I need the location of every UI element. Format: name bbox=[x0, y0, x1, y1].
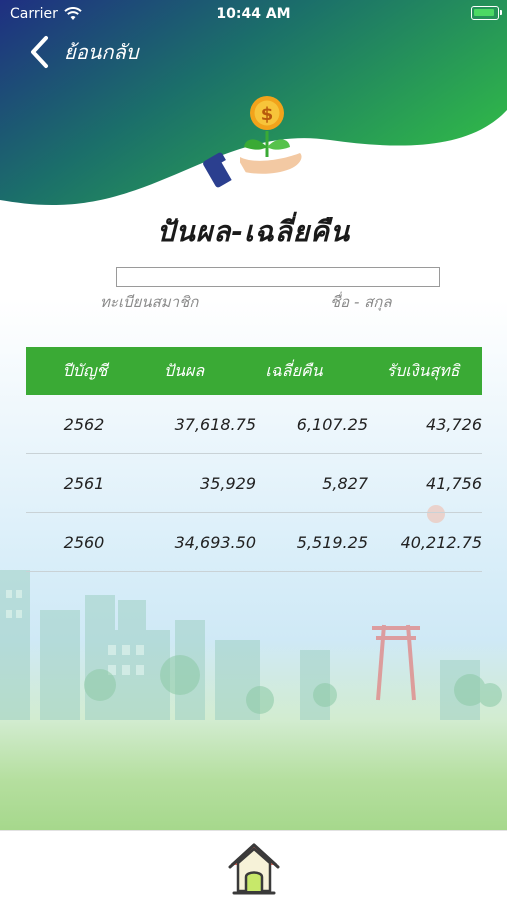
name-label: ชื่อ - สกุล bbox=[330, 293, 392, 311]
table-header: ปีบัญชี ปันผล เฉลี่ยคืน รับเงินสุทธิ bbox=[26, 347, 482, 395]
cell-dividend: 35,929 bbox=[200, 473, 256, 493]
table-row: 2562 37,618.75 6,107.25 43,726 bbox=[26, 395, 482, 454]
battery-fill bbox=[474, 9, 494, 16]
column-header-net-amount: รับเงินสุทธิ bbox=[386, 360, 460, 380]
table-row: 2561 35,929 5,827 41,756 bbox=[26, 454, 482, 513]
cell-dividend: 34,693.50 bbox=[174, 532, 256, 552]
status-time: 10:44 AM bbox=[216, 6, 291, 22]
member-search-input[interactable] bbox=[116, 267, 440, 287]
chevron-left-icon bbox=[31, 36, 48, 68]
cell-net-amount: 43,726 bbox=[426, 414, 482, 434]
cell-net-amount: 40,212.75 bbox=[400, 532, 482, 552]
bottom-bar bbox=[0, 830, 507, 900]
screen: Carrier 10:44 AM ย้อนกลับ $ ปันผล-เฉลี่ย… bbox=[0, 0, 507, 900]
table-row: 2560 34,693.50 5,519.25 40,212.75 bbox=[26, 513, 482, 572]
cell-net-amount: 41,756 bbox=[426, 473, 482, 493]
column-header-average-return: เฉลี่ยคืน bbox=[265, 360, 323, 380]
dividend-table: ปีบัญชี ปันผล เฉลี่ยคืน รับเงินสุทธิ 256… bbox=[26, 347, 482, 572]
back-button[interactable]: ย้อนกลับ bbox=[28, 30, 138, 74]
column-header-dividend: ปันผล bbox=[163, 360, 205, 380]
svg-text:$: $ bbox=[261, 104, 274, 125]
member-id-label: ทะเบียนสมาชิก bbox=[100, 293, 199, 311]
cell-year: 2560 bbox=[63, 532, 105, 552]
money-plant-hand-icon: $ bbox=[203, 96, 302, 188]
back-label: ย้อนกลับ bbox=[64, 40, 139, 64]
page-title: ปันผล-เฉลี่ยคืน bbox=[156, 215, 351, 248]
cell-average-return: 5,519.25 bbox=[296, 532, 368, 552]
cell-average-return: 5,827 bbox=[322, 473, 368, 493]
column-header-year: ปีบัญชี bbox=[62, 360, 108, 380]
cell-year: 2562 bbox=[63, 414, 105, 434]
cell-average-return: 6,107.25 bbox=[296, 414, 368, 434]
battery-icon bbox=[471, 6, 502, 20]
cell-year: 2561 bbox=[63, 473, 105, 493]
cell-dividend: 37,618.75 bbox=[174, 414, 256, 434]
home-icon[interactable] bbox=[224, 837, 284, 897]
